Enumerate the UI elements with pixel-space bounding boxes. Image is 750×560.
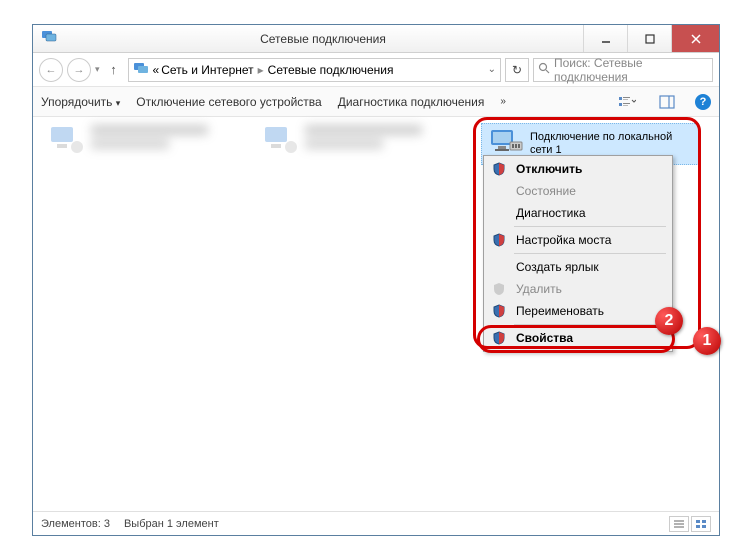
- window: Сетевые подключения ← → ▾ ↑ « Сеть и Инт…: [32, 24, 720, 536]
- connection-name: Подключение по локальной сети 1: [530, 131, 692, 157]
- connection-item-blurred: [261, 125, 301, 155]
- ctx-separator: [514, 324, 666, 325]
- back-button[interactable]: ←: [39, 58, 63, 82]
- callout-badge-1: 1: [693, 327, 721, 355]
- icons-view-button[interactable]: [691, 516, 711, 532]
- ctx-diagnostics[interactable]: Диагностика: [486, 202, 670, 224]
- ctx-properties[interactable]: Свойства: [486, 327, 670, 349]
- shield-icon: [490, 160, 508, 178]
- preview-pane-button[interactable]: [655, 91, 679, 113]
- ctx-status: Состояние: [486, 180, 670, 202]
- recent-dropdown-icon[interactable]: ▾: [95, 64, 100, 75]
- window-controls: [583, 25, 719, 52]
- ctx-separator: [514, 226, 666, 227]
- view-toggle: [669, 516, 711, 532]
- breadcrumb-parent[interactable]: Сеть и Интернет: [161, 63, 253, 77]
- app-icon: [41, 28, 57, 49]
- disable-device-button[interactable]: Отключение сетевого устройства: [136, 95, 321, 109]
- forward-button[interactable]: →: [67, 58, 91, 82]
- ctx-rename[interactable]: Переименовать: [486, 300, 670, 322]
- ctx-delete: Удалить: [486, 278, 670, 300]
- help-button[interactable]: ?: [695, 94, 711, 110]
- connection-item-blurred: [47, 125, 87, 155]
- minimize-button[interactable]: [583, 25, 627, 52]
- search-icon: [538, 62, 550, 77]
- connection-label-blurred: [91, 125, 221, 153]
- context-menu: Отключить Состояние Диагностика Настройк…: [483, 155, 673, 352]
- details-view-button[interactable]: [669, 516, 689, 532]
- ctx-separator: [514, 253, 666, 254]
- breadcrumb[interactable]: « Сеть и Интернет ▸ Сетевые подключения …: [128, 58, 501, 82]
- diagnostics-button[interactable]: Диагностика подключения: [338, 95, 485, 109]
- close-button[interactable]: [671, 25, 719, 52]
- breadcrumb-current[interactable]: Сетевые подключения: [268, 63, 394, 77]
- status-element-count: Элементов: 3: [41, 518, 110, 530]
- search-placeholder: Поиск: Сетевые подключения: [554, 56, 708, 84]
- refresh-button[interactable]: ↻: [505, 58, 529, 82]
- callout-badge-2: 2: [655, 307, 683, 335]
- command-bar: Упорядочить ▾ Отключение сетевого устрой…: [33, 87, 719, 117]
- titlebar: Сетевые подключения: [33, 25, 719, 53]
- connection-label-blurred: [305, 125, 435, 153]
- maximize-button[interactable]: [627, 25, 671, 52]
- ctx-create-shortcut[interactable]: Создать ярлык: [486, 256, 670, 278]
- breadcrumb-dropdown-icon[interactable]: ⌄: [488, 64, 496, 75]
- shield-icon: [490, 302, 508, 320]
- status-selected-count: Выбран 1 элемент: [124, 518, 219, 530]
- statusbar: Элементов: 3 Выбран 1 элемент: [33, 511, 719, 535]
- breadcrumb-icon: [133, 60, 149, 79]
- content-area: Подключение по локальной сети 1 Отключит…: [33, 117, 719, 511]
- view-options-button[interactable]: [615, 91, 639, 113]
- window-title: Сетевые подключения: [63, 32, 583, 46]
- shield-icon: [490, 280, 508, 298]
- search-input[interactable]: Поиск: Сетевые подключения: [533, 58, 713, 82]
- more-commands-button[interactable]: »: [500, 96, 506, 107]
- ctx-bridge[interactable]: Настройка моста: [486, 229, 670, 251]
- navbar: ← → ▾ ↑ « Сеть и Интернет ▸ Сетевые подк…: [33, 53, 719, 87]
- shield-icon: [490, 231, 508, 249]
- up-button[interactable]: ↑: [104, 60, 124, 80]
- breadcrumb-sep-icon: ▸: [256, 63, 266, 77]
- breadcrumb-prefix: «: [153, 63, 160, 77]
- ctx-disable[interactable]: Отключить: [486, 158, 670, 180]
- organize-menu[interactable]: Упорядочить ▾: [41, 95, 120, 109]
- shield-icon: [490, 329, 508, 347]
